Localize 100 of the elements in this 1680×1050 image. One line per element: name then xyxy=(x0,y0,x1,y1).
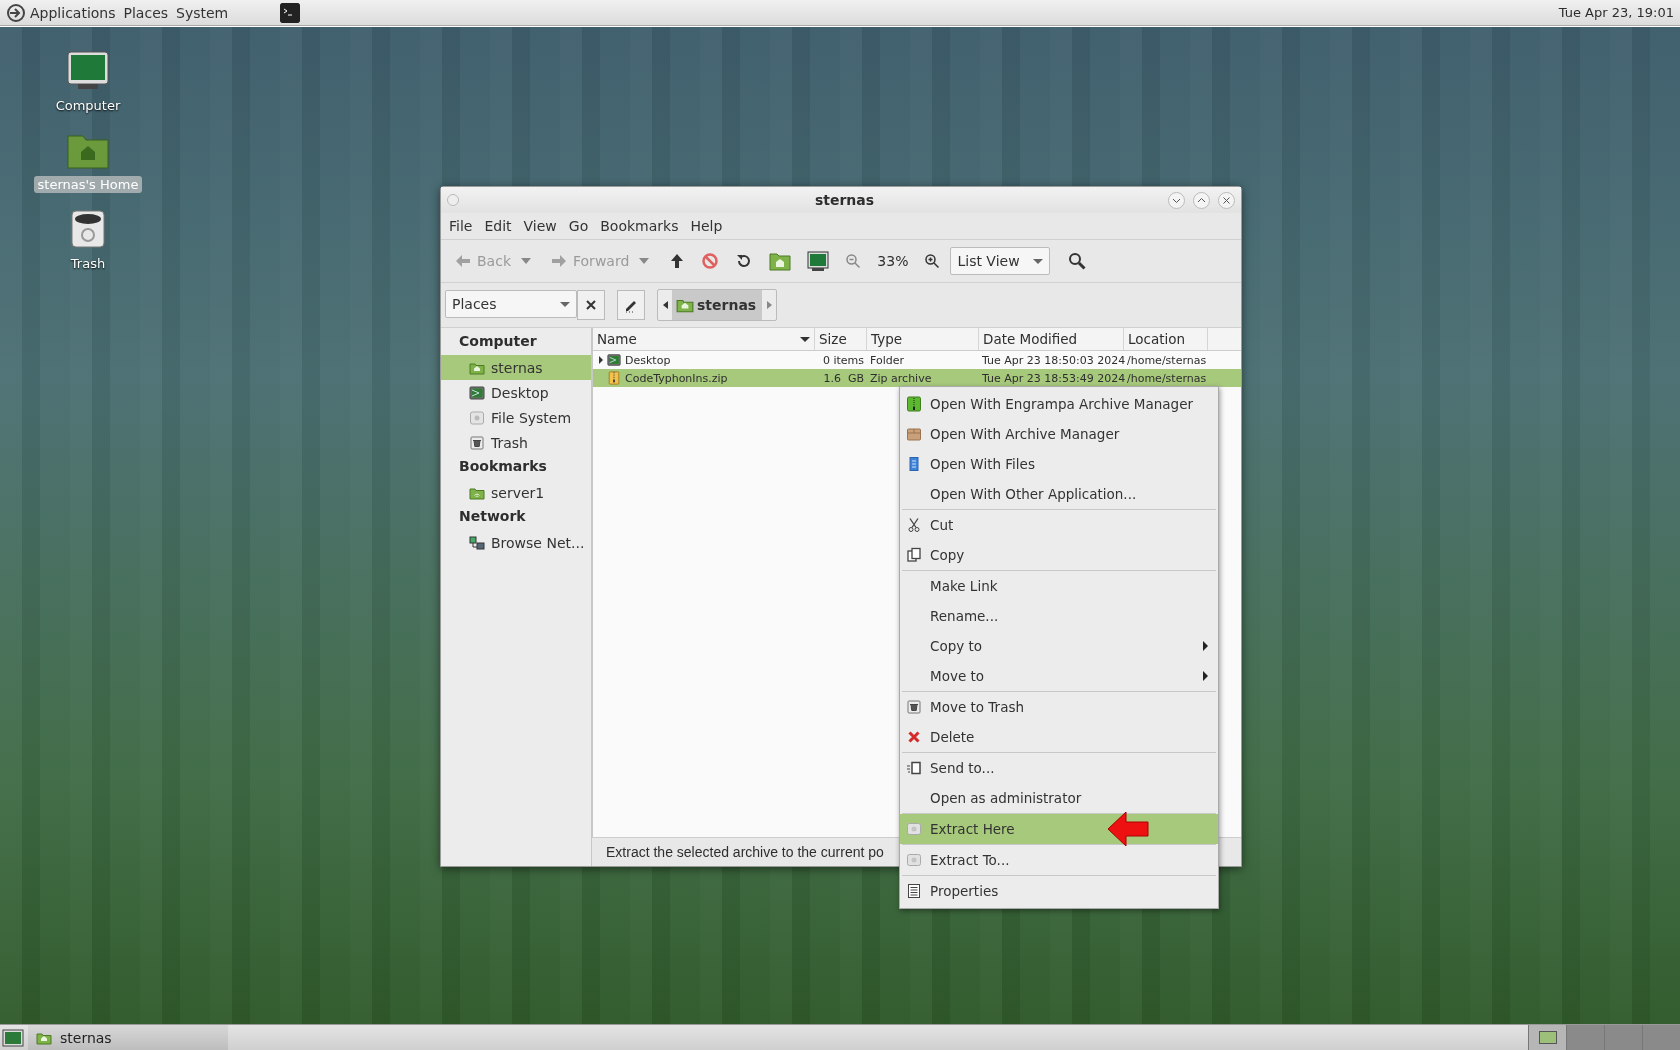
list-icon xyxy=(906,883,922,899)
context-menu-item[interactable]: Copy to xyxy=(900,631,1218,661)
archive-icon xyxy=(906,396,922,412)
left-triangle-icon xyxy=(662,301,668,309)
context-menu-item[interactable]: Send to... xyxy=(900,753,1218,783)
desktop-icon xyxy=(607,353,621,367)
file-row[interactable]: Desktop 0 items Folder Tue Apr 23 18:50:03 2024 /home/sternas xyxy=(593,351,1241,369)
workspace-button[interactable] xyxy=(1528,1025,1566,1050)
column-header[interactable]: Location xyxy=(1124,328,1208,350)
minimize-button[interactable] xyxy=(1168,191,1185,209)
context-menu-item[interactable]: Extract To... xyxy=(900,845,1218,875)
show-desktop-icon[interactable] xyxy=(2,1028,24,1047)
status-text: Extract the selected archive to the current po xyxy=(606,844,884,860)
menu-item[interactable]: View xyxy=(517,216,563,236)
table-cell: /home/sternas xyxy=(1127,353,1207,367)
sort-caret-icon xyxy=(800,336,810,342)
desktop-icon-label[interactable]: Trash xyxy=(66,255,110,272)
terminal-icon[interactable] xyxy=(280,2,301,23)
menu-item[interactable]: Help xyxy=(684,216,729,236)
left-arrow-icon xyxy=(455,254,471,268)
caret-icon xyxy=(560,301,570,307)
zoom-out-icon xyxy=(845,253,862,269)
clock[interactable]: Tue Apr 23, 19:01 xyxy=(1558,5,1674,20)
caret-icon xyxy=(1033,258,1044,264)
sidebar-item[interactable]: sternas xyxy=(441,355,591,380)
expander-icon[interactable] xyxy=(599,356,603,364)
window-thumbnail-icon xyxy=(1538,1031,1557,1044)
sidebar-item[interactable]: server1 xyxy=(441,480,591,505)
table-cell: Folder xyxy=(870,353,904,367)
sidebar-item[interactable]: Browse Net... xyxy=(441,530,591,555)
menu-item[interactable]: Go xyxy=(562,216,595,236)
close-icon xyxy=(1222,195,1231,205)
close-button[interactable] xyxy=(1218,191,1235,209)
window-dot-icon xyxy=(447,194,459,206)
sidebar-heading: Bookmarks xyxy=(458,457,548,476)
zoom-level: 33% xyxy=(876,253,910,269)
context-menu-item[interactable]: Cut xyxy=(900,510,1218,540)
panel-menu[interactable]: Places xyxy=(119,2,173,23)
context-menu-item[interactable]: Open With Archive Manager xyxy=(900,419,1218,449)
desktop-icon xyxy=(469,384,485,401)
close-pane-button[interactable] xyxy=(577,290,605,320)
context-menu-item[interactable]: Extract Here xyxy=(900,814,1218,844)
network-icon xyxy=(469,534,485,551)
zoom-in-icon xyxy=(924,253,941,269)
menu-logo-icon[interactable] xyxy=(6,2,26,23)
breadcrumb[interactable]: sternas xyxy=(672,290,763,320)
table-cell: Tue Apr 23 18:53:49 2024 xyxy=(982,371,1126,385)
menu-item[interactable]: File xyxy=(443,216,479,236)
view-dropdown[interactable]: List View xyxy=(950,247,1051,275)
package-icon xyxy=(906,426,922,442)
table-cell: CodeTyphonIns.zip xyxy=(625,371,728,385)
panel-menu[interactable]: Applications xyxy=(26,2,120,23)
close-icon xyxy=(586,300,596,310)
context-menu-item[interactable]: Move to xyxy=(900,661,1218,691)
pointer-arrow xyxy=(1106,810,1150,848)
context-menu-item[interactable]: Open With Other Application... xyxy=(900,479,1218,509)
drive-icon xyxy=(469,409,485,426)
sidebar-heading: Network xyxy=(458,507,527,526)
taskbar-button[interactable]: sternas xyxy=(28,1025,228,1050)
panel-menu[interactable]: System xyxy=(172,2,233,23)
sidebar-item[interactable]: File System xyxy=(441,405,591,430)
caret-icon[interactable] xyxy=(639,258,650,264)
column-header[interactable]: Type xyxy=(867,328,979,350)
context-menu-item[interactable]: Open as administrator xyxy=(900,783,1218,813)
menu-item[interactable]: Edit xyxy=(478,216,518,236)
column-header[interactable]: Date Modified xyxy=(979,328,1124,350)
maximize-button[interactable] xyxy=(1193,191,1210,209)
trash-icon xyxy=(906,699,922,715)
context-menu-item[interactable]: Copy xyxy=(900,540,1218,570)
delete-icon xyxy=(906,729,922,745)
context-menu-item[interactable]: Rename... xyxy=(900,601,1218,631)
sidebar-heading: Computer xyxy=(458,332,538,351)
context-menu-item[interactable]: Open With Engrampa Archive Manager xyxy=(900,389,1218,419)
context-menu-item[interactable]: Delete xyxy=(900,722,1218,752)
context-menu-item[interactable]: Open With Files xyxy=(900,449,1218,479)
context-menu-item[interactable]: Make Link xyxy=(900,571,1218,601)
side-pane-dropdown[interactable]: Places xyxy=(445,290,577,318)
column-header[interactable]: Name xyxy=(593,328,815,350)
column-header[interactable]: Size xyxy=(815,328,867,350)
stop-icon xyxy=(701,252,720,270)
zip-archive-icon xyxy=(607,371,621,385)
table-cell: Tue Apr 23 18:50:03 2024 xyxy=(982,353,1126,367)
chevron-up-icon xyxy=(1197,195,1206,205)
right-triangle-icon xyxy=(766,301,772,309)
table-cell: Zip archive xyxy=(870,371,932,385)
sidebar-item[interactable]: Trash xyxy=(441,430,591,455)
menu-item[interactable]: Bookmarks xyxy=(594,216,685,236)
context-menu-item[interactable]: Move to Trash xyxy=(900,692,1218,722)
right-arrow-icon xyxy=(551,254,567,268)
search-icon xyxy=(1068,252,1087,270)
file-row[interactable]: CodeTyphonIns.zip 1.6 GB Zip archive Tue Apr 23 18:53:49 2024 /home/sternas xyxy=(593,369,1241,387)
copy-icon xyxy=(906,547,922,563)
context-menu-item[interactable]: Properties xyxy=(900,876,1218,906)
desktop-icon-label[interactable]: Computer xyxy=(51,97,125,114)
send-icon xyxy=(906,760,922,776)
edit-location-button[interactable] xyxy=(617,290,645,320)
sidebar-item[interactable]: Desktop xyxy=(441,380,591,405)
caret-icon[interactable] xyxy=(521,258,531,264)
monitor-icon xyxy=(807,250,830,272)
table-cell: Desktop xyxy=(625,353,671,367)
